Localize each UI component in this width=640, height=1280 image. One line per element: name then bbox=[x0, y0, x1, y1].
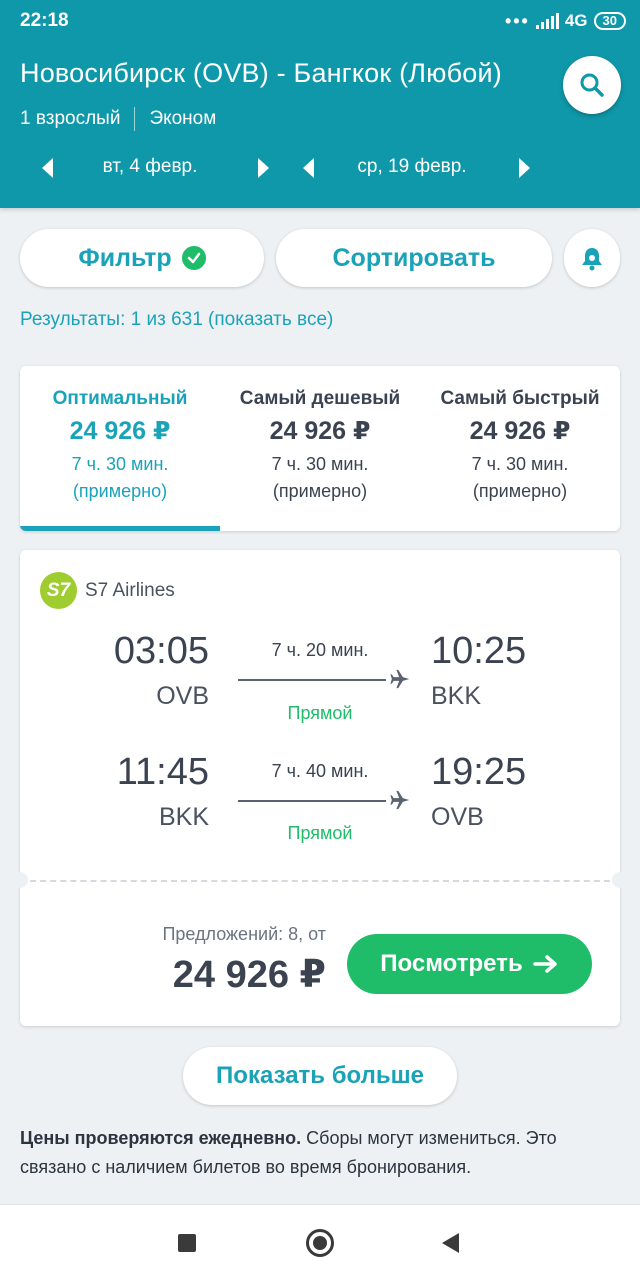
app-header: 22:18 ••• 4G 30 Новосибирск (OVB) - Банг… bbox=[0, 0, 640, 208]
flight-duration: 7 ч. 40 мин. bbox=[271, 761, 369, 781]
battery-icon: 30 bbox=[593, 12, 626, 30]
view-offer-label: Посмотреть bbox=[380, 950, 523, 977]
filter-button[interactable]: Фильтр bbox=[20, 229, 264, 287]
price-alert-button[interactable] bbox=[564, 229, 620, 287]
segment-outbound: 03:05 OVB 7 ч. 20 мин. Прямой 10:25 BKK bbox=[20, 630, 620, 740]
ticket-divider bbox=[20, 880, 620, 882]
departure-time: 03:05 bbox=[113, 630, 209, 672]
ticket-price: 24 926 ₽ bbox=[172, 954, 326, 996]
filter-label: Фильтр bbox=[78, 243, 172, 272]
route-line bbox=[238, 679, 386, 681]
check-icon bbox=[181, 246, 206, 270]
ticket-card[interactable]: S7 S7 Airlines 03:05 OVB 7 ч. 20 мин. Пр… bbox=[12, 550, 628, 1026]
passenger-info[interactable]: 1 взрослый Эконом bbox=[20, 107, 216, 131]
prev-date-out-icon[interactable] bbox=[42, 158, 53, 178]
next-date-back-icon[interactable] bbox=[519, 158, 530, 178]
price-disclaimer: Цены проверяются ежедневно. Сборы могут … bbox=[20, 1124, 620, 1182]
departure-time: 11:45 bbox=[116, 751, 209, 793]
tab-optimal[interactable]: Оптимальный 24 926 ₽ 7 ч. 30 мин. (приме… bbox=[20, 388, 220, 502]
departure-code: OVB bbox=[156, 682, 209, 710]
airline-name: S7 Airlines bbox=[85, 579, 175, 601]
date-back[interactable]: ср, 19 февр. bbox=[332, 156, 492, 178]
flight-duration: 7 ч. 20 мин. bbox=[271, 640, 369, 660]
view-offer-button[interactable]: Посмотреть bbox=[347, 934, 592, 994]
tab-fastest[interactable]: Самый быстрый 24 926 ₽ 7 ч. 30 мин. (при… bbox=[420, 388, 620, 502]
plane-icon bbox=[390, 668, 412, 695]
passengers-count: 1 взрослый bbox=[20, 108, 121, 129]
home-icon[interactable] bbox=[306, 1229, 334, 1257]
signal-icon bbox=[535, 13, 559, 29]
ticket-notch-left bbox=[12, 872, 28, 888]
prev-date-back-icon[interactable] bbox=[303, 158, 314, 178]
offers-count: Предложений: 8, от bbox=[162, 924, 326, 944]
arrival-code: OVB bbox=[431, 803, 484, 831]
date-selector: вт, 4 февр. ср, 19 февр. bbox=[0, 150, 640, 188]
segment-return: 11:45 BKK 7 ч. 40 мин. Прямой 19:25 OVB bbox=[20, 751, 620, 861]
status-bar: 22:18 ••• 4G 30 bbox=[20, 8, 626, 34]
divider bbox=[134, 107, 136, 131]
flight-type: Прямой bbox=[287, 703, 353, 723]
route-line bbox=[238, 800, 386, 802]
ticket-notch-right bbox=[612, 872, 628, 888]
tab-cheapest[interactable]: Самый дешевый 24 926 ₽ 7 ч. 30 мин. (при… bbox=[220, 388, 420, 502]
sort-button[interactable]: Сортировать bbox=[276, 229, 552, 287]
cabin-class: Эконом bbox=[149, 108, 217, 129]
arrival-time: 10:25 bbox=[431, 630, 527, 672]
airline-info: S7 S7 Airlines bbox=[40, 572, 175, 609]
plane-icon bbox=[390, 789, 412, 816]
results-count-link[interactable]: Результаты: 1 из 631 (показать все) bbox=[20, 309, 333, 331]
search-button[interactable] bbox=[563, 56, 621, 114]
show-more-button[interactable]: Показать больше bbox=[183, 1047, 457, 1105]
recents-icon[interactable] bbox=[178, 1234, 196, 1252]
back-icon[interactable] bbox=[442, 1233, 459, 1253]
next-date-out-icon[interactable] bbox=[258, 158, 269, 178]
route-title[interactable]: Новосибирск (OVB) - Бангкок (Любой) bbox=[20, 58, 502, 89]
system-navigation-bar bbox=[0, 1204, 640, 1280]
active-tab-indicator bbox=[20, 526, 220, 531]
arrow-right-icon bbox=[532, 955, 557, 973]
sort-label: Сортировать bbox=[332, 243, 496, 272]
flight-type: Прямой bbox=[287, 823, 353, 843]
disclaimer-bold: Цены проверяются ежедневно. bbox=[20, 1128, 302, 1148]
date-out[interactable]: вт, 4 февр. bbox=[70, 156, 230, 178]
bell-icon bbox=[582, 248, 602, 271]
sort-tabs: Оптимальный 24 926 ₽ 7 ч. 30 мин. (приме… bbox=[20, 366, 620, 531]
arrival-code: BKK bbox=[431, 682, 482, 710]
notification-dots-icon: ••• bbox=[504, 10, 530, 31]
departure-code: BKK bbox=[158, 803, 209, 831]
arrival-time: 19:25 bbox=[431, 751, 527, 793]
network-type: 4G bbox=[564, 11, 588, 30]
airline-logo: S7 bbox=[40, 572, 77, 609]
status-time: 22:18 bbox=[20, 10, 69, 31]
search-icon bbox=[580, 73, 604, 97]
